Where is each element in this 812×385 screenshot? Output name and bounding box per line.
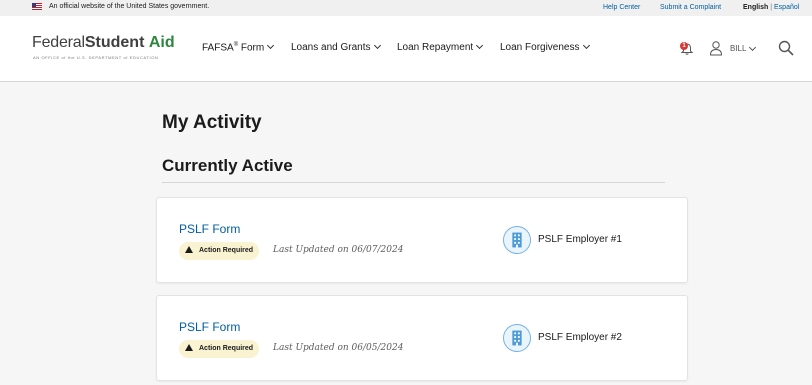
employer-name: PSLF Employer #1 <box>538 234 622 245</box>
page-title: My Activity <box>162 112 262 133</box>
nav-loans-and-grants[interactable]: Loans and Grants <box>291 41 381 53</box>
status-label: Action Required <box>199 247 254 254</box>
notification-count-badge: 1 <box>680 42 688 50</box>
employer-name: PSLF Employer #2 <box>538 332 622 343</box>
help-center-link[interactable]: Help Center <box>603 4 640 11</box>
chevron-down-icon <box>373 41 381 50</box>
nav-loans-label: Loans and Grants <box>291 42 371 53</box>
section-divider <box>162 182 665 183</box>
form-link[interactable]: PSLF Form <box>179 222 240 236</box>
nav-loan-forgiveness[interactable]: Loan Forgiveness <box>500 41 590 53</box>
activity-card: PSLF Form Action Required Last Updated o… <box>156 197 688 283</box>
us-flag-icon <box>32 3 42 10</box>
logo-student: Student <box>84 34 145 51</box>
logo-federal: Federal <box>32 34 85 51</box>
last-updated-text: Last Updated on 06/07/2024 <box>273 245 404 255</box>
building-icon <box>503 324 531 352</box>
status-label: Action Required <box>199 345 254 352</box>
chevron-down-icon <box>476 41 484 50</box>
chevron-down-icon <box>267 42 275 50</box>
nav-fafsa-label: FAFSA <box>202 42 234 54</box>
gov-banner: An official website of the United States… <box>0 0 812 16</box>
site-header: FederalStudent Aid AN OFFICE of the U.S.… <box>0 16 812 82</box>
notifications-bell-icon[interactable]: 1 <box>680 42 694 56</box>
language-switcher: English | Español <box>743 4 799 11</box>
status-badge: Action Required <box>179 242 260 260</box>
building-icon <box>503 226 531 254</box>
chevron-down-icon <box>582 41 590 50</box>
section-title: Currently Active <box>162 156 293 175</box>
form-link[interactable]: PSLF Form <box>179 320 240 334</box>
last-updated-text: Last Updated on 06/05/2024 <box>273 343 404 353</box>
user-name[interactable]: BILL <box>730 44 746 53</box>
warning-icon <box>185 344 193 351</box>
nav-fafsa-suffix: Form <box>238 42 265 54</box>
logo-aid: Aid <box>148 34 175 51</box>
nav-forgiveness-label: Loan Forgiveness <box>500 42 580 53</box>
search-icon[interactable] <box>778 40 794 56</box>
user-menu-chevron-icon[interactable] <box>748 43 757 52</box>
nav-repayment-label: Loan Repayment <box>397 42 474 53</box>
nav-fafsa-form[interactable]: FAFSA® Form <box>202 42 275 54</box>
status-badge: Action Required <box>179 340 260 358</box>
submit-complaint-link[interactable]: Submit a Complaint <box>660 4 721 11</box>
gov-banner-text: An official website of the United States… <box>49 3 210 10</box>
lang-separator: | <box>770 4 773 11</box>
warning-icon <box>185 246 193 253</box>
lang-english[interactable]: English <box>743 4 768 11</box>
logo-tagline: AN OFFICE of the U.S. DEPARTMENT of EDUC… <box>33 55 159 60</box>
user-icon[interactable] <box>709 40 723 56</box>
fsa-logo[interactable]: FederalStudent Aid AN OFFICE of the U.S.… <box>32 34 175 60</box>
nav-loan-repayment[interactable]: Loan Repayment <box>397 41 484 53</box>
activity-card: PSLF Form Action Required Last Updated o… <box>156 295 688 381</box>
lang-spanish[interactable]: Español <box>774 4 799 11</box>
